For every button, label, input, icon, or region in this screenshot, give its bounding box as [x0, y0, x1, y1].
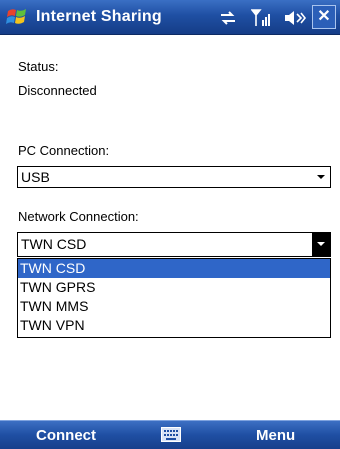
network-connection-label: Network Connection:	[18, 209, 139, 224]
status-value: Disconnected	[18, 83, 97, 98]
network-connection-value: TWN CSD	[21, 236, 87, 252]
title-bar: Internet Sharing ✕	[0, 0, 340, 35]
content-area: Status: Disconnected PC Connection: USB …	[0, 35, 340, 420]
network-dropdown-list: TWN CSD TWN GPRS TWN MMS TWN VPN	[17, 258, 331, 338]
volume-icon[interactable]	[283, 8, 307, 28]
pc-connection-label: PC Connection:	[18, 143, 110, 158]
pc-connection-value: USB	[21, 169, 50, 185]
dropdown-option-twn-csd[interactable]: TWN CSD	[18, 259, 330, 278]
dropdown-option-twn-mms[interactable]: TWN MMS	[18, 297, 330, 316]
dropdown-option-twn-vpn[interactable]: TWN VPN	[18, 316, 330, 335]
chevron-down-icon[interactable]	[312, 167, 330, 187]
soft-key-bar: Connect Menu	[0, 420, 340, 449]
connect-softkey[interactable]: Connect	[36, 427, 96, 444]
close-icon[interactable]: ✕	[312, 5, 336, 29]
network-connection-select[interactable]: TWN CSD	[17, 232, 331, 257]
window-title: Internet Sharing	[36, 8, 162, 25]
chevron-down-icon[interactable]	[312, 233, 330, 256]
keyboard-icon[interactable]	[161, 427, 181, 442]
dropdown-option-twn-gprs[interactable]: TWN GPRS	[18, 278, 330, 297]
status-label: Status:	[18, 59, 59, 74]
menu-softkey[interactable]: Menu	[256, 427, 295, 444]
signal-icon[interactable]	[251, 8, 273, 28]
connectivity-icon[interactable]	[218, 8, 238, 28]
windows-flag-icon[interactable]	[6, 6, 28, 28]
pc-connection-select[interactable]: USB	[17, 166, 331, 188]
